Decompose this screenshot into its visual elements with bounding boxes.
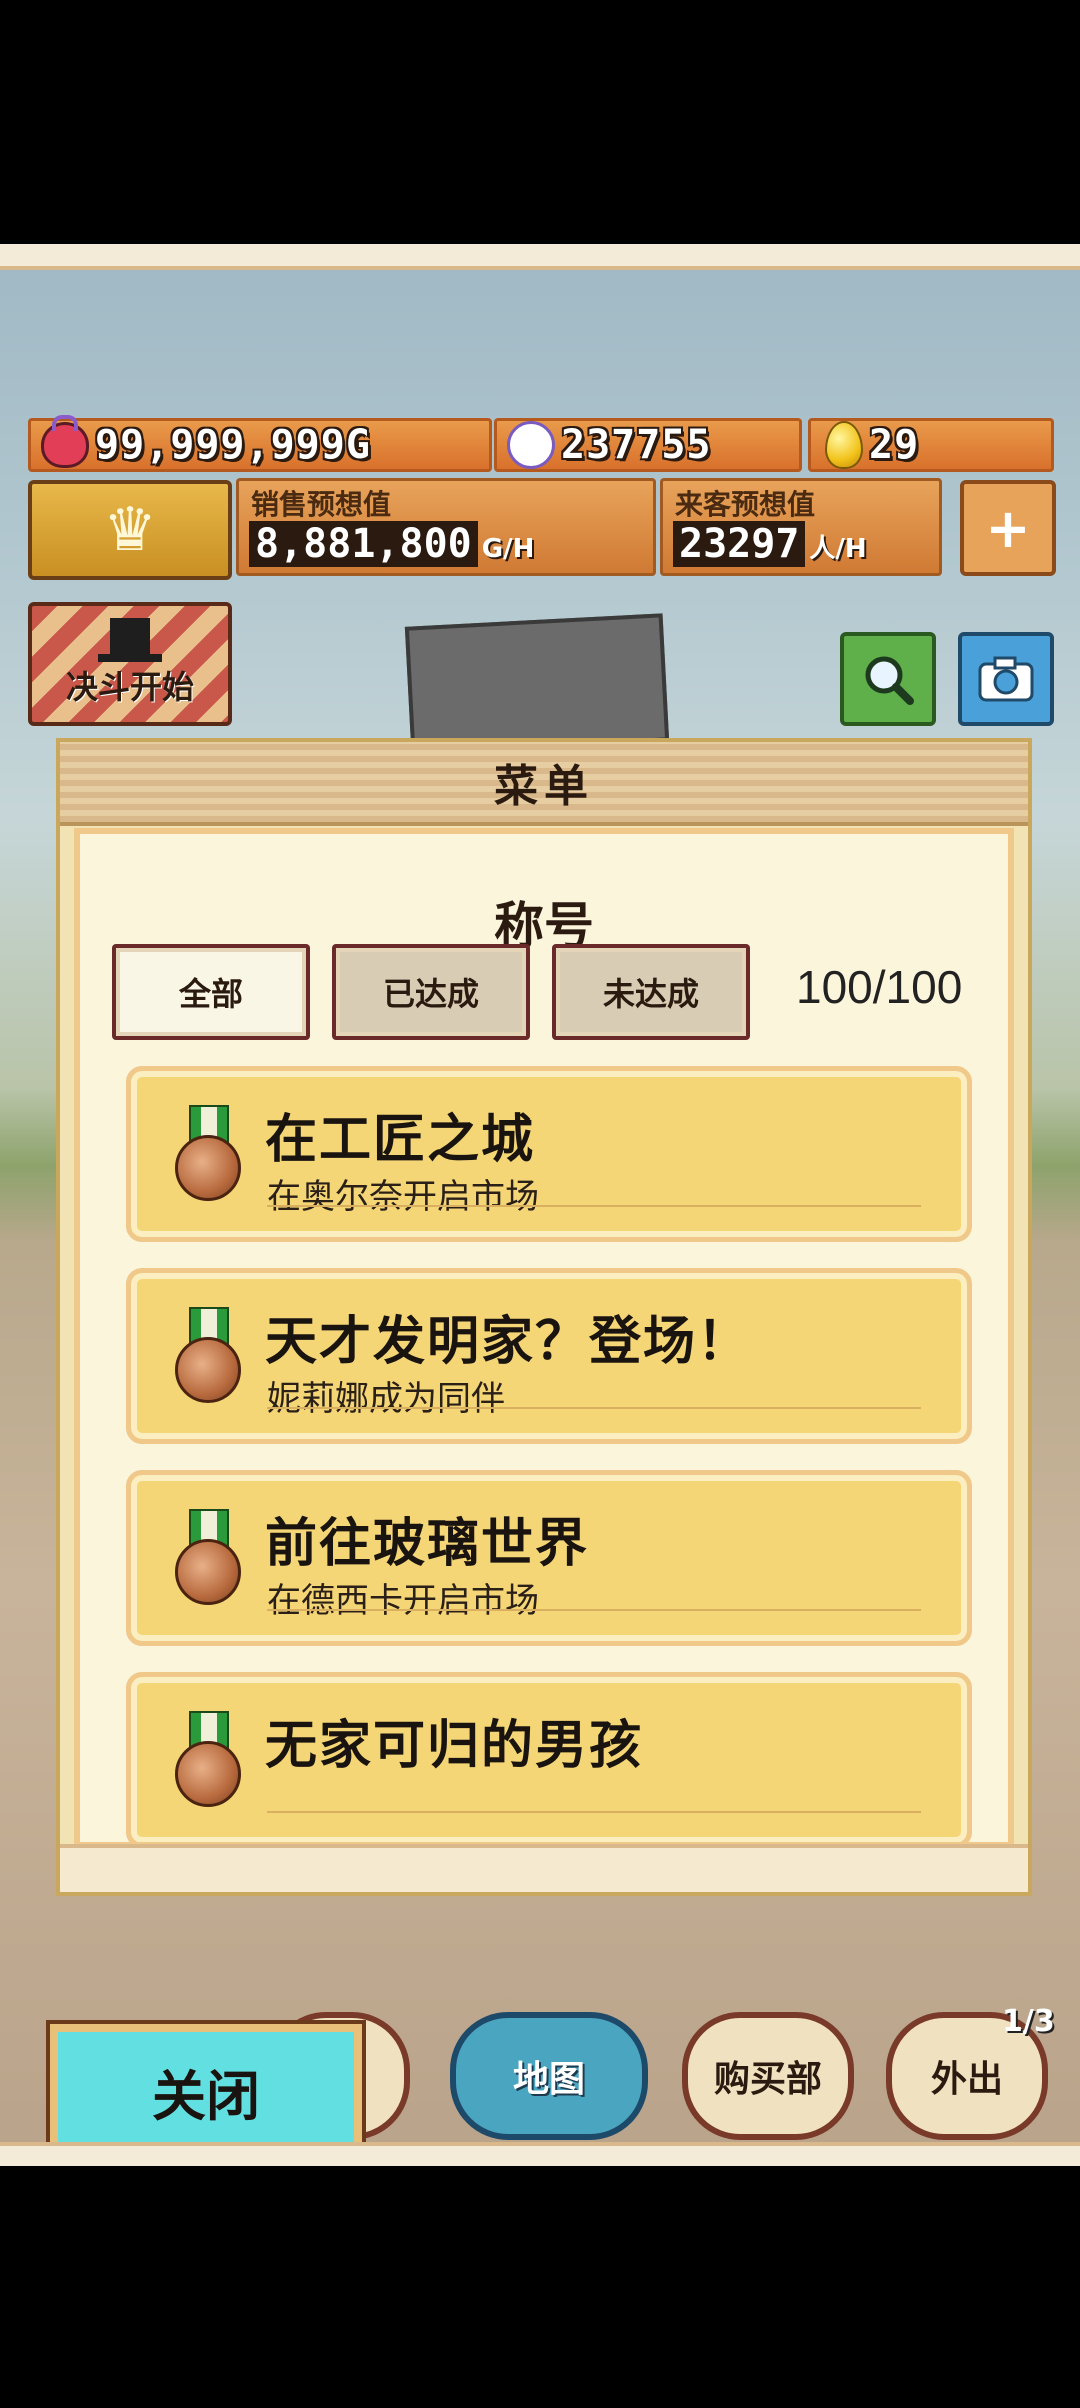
camera-icon bbox=[978, 656, 1034, 702]
title-name: 在工匠之城 bbox=[265, 1110, 536, 1170]
purse-icon bbox=[41, 415, 89, 468]
sales-forecast-label: 销售预想值 bbox=[251, 488, 392, 521]
visitor-value: 237755 bbox=[561, 422, 712, 468]
shop-button[interactable]: 购买部 bbox=[682, 2012, 854, 2140]
smiley-icon bbox=[507, 421, 555, 469]
customer-forecast-value: 23297 bbox=[673, 521, 806, 567]
add-friend-button[interactable]: + bbox=[960, 480, 1056, 576]
menu-title: 菜单 bbox=[494, 761, 594, 812]
gold-value: 99,999,999G bbox=[95, 422, 371, 468]
magnifier-icon bbox=[865, 656, 914, 705]
screen-border-top bbox=[0, 244, 1080, 270]
sales-forecast-unit: G/H bbox=[481, 534, 535, 564]
tab-all[interactable]: 全部 bbox=[112, 944, 310, 1040]
outing-label: 外出 bbox=[930, 2059, 1003, 2100]
tab-achieved-label: 已达成 bbox=[382, 975, 479, 1013]
title-desc: 在德西卡开启市场 bbox=[267, 1581, 539, 1621]
titles-window: 称号 全部 已达成 未达成 100/100 在工匠之城 在奥尔奈开启市场 天才发… bbox=[74, 828, 1014, 1848]
sales-forecast-value: 8,881,800 bbox=[249, 521, 478, 567]
visitor-counter: 237755 bbox=[494, 418, 802, 472]
screen-border-bottom bbox=[0, 2142, 1080, 2166]
menu-footer bbox=[60, 1844, 1028, 1892]
bronze-medal-icon bbox=[175, 1307, 241, 1403]
title-list[interactable]: 在工匠之城 在奥尔奈开启市场 天才发明家？登场！ 妮莉娜成为同伴 前往玻璃世界 … bbox=[80, 1060, 1008, 1842]
title-name: 无家可归的男孩 bbox=[265, 1716, 644, 1776]
tab-not-achieved[interactable]: 未达成 bbox=[552, 944, 750, 1040]
egg-counter: 29 bbox=[808, 418, 1054, 472]
egg-value: 29 bbox=[869, 422, 920, 468]
top-hat-icon bbox=[98, 618, 162, 662]
close-button[interactable]: 关闭 bbox=[46, 2020, 366, 2162]
customer-forecast: 来客预想值 23297 人/H bbox=[660, 478, 942, 576]
gold-counter: 99,999,999G bbox=[28, 415, 492, 472]
menu-header: 菜单 bbox=[60, 742, 1028, 826]
tab-not-achieved-label: 未达成 bbox=[602, 975, 699, 1013]
map-button[interactable]: 地图 bbox=[450, 2012, 648, 2140]
crown-button[interactable]: ♛ bbox=[28, 480, 232, 580]
golden-egg-icon bbox=[825, 421, 863, 469]
crown-icon: ♛ bbox=[103, 495, 157, 565]
duel-start-button[interactable]: 决斗开始 bbox=[28, 602, 232, 726]
title-name: 前往玻璃世界 bbox=[265, 1514, 590, 1574]
shop-label: 购买部 bbox=[713, 2059, 822, 2100]
title-item[interactable]: 无家可归的男孩 bbox=[126, 1672, 972, 1842]
title-desc: 妮莉娜成为同伴 bbox=[267, 1379, 505, 1419]
search-button[interactable] bbox=[840, 632, 936, 726]
close-label: 关闭 bbox=[152, 2064, 260, 2128]
title-desc: 在奥尔奈开启市场 bbox=[267, 1177, 539, 1217]
bronze-medal-icon bbox=[175, 1105, 241, 1201]
add-friend-icon: + bbox=[985, 496, 1031, 560]
customer-forecast-label: 来客预想值 bbox=[675, 488, 816, 521]
bronze-medal-icon bbox=[175, 1711, 241, 1807]
customer-forecast-unit: 人/H bbox=[809, 534, 867, 564]
title-name: 天才发明家？登场！ bbox=[265, 1312, 752, 1372]
duel-start-label: 决斗开始 bbox=[65, 668, 194, 706]
title-count: 100/100 bbox=[796, 961, 963, 1013]
title-item[interactable]: 天才发明家？登场！ 妮莉娜成为同伴 bbox=[126, 1268, 972, 1444]
tab-achieved[interactable]: 已达成 bbox=[332, 944, 530, 1040]
title-item[interactable]: 前往玻璃世界 在德西卡开启市场 bbox=[126, 1470, 972, 1646]
title-item[interactable]: 在工匠之城 在奥尔奈开启市场 bbox=[126, 1066, 972, 1242]
background-signboard bbox=[404, 613, 670, 755]
sales-forecast: 销售预想值 8,881,800 G/H bbox=[236, 478, 656, 576]
bronze-medal-icon bbox=[175, 1509, 241, 1605]
page-indicator: 1/3 bbox=[1002, 2004, 1055, 2039]
tab-all-label: 全部 bbox=[178, 975, 243, 1013]
camera-button[interactable] bbox=[958, 632, 1054, 726]
map-label: 地图 bbox=[512, 2059, 585, 2100]
menu-panel: 菜单 称号 全部 已达成 未达成 100/100 在工匠之城 在奥尔奈开启市场 … bbox=[56, 738, 1032, 1896]
